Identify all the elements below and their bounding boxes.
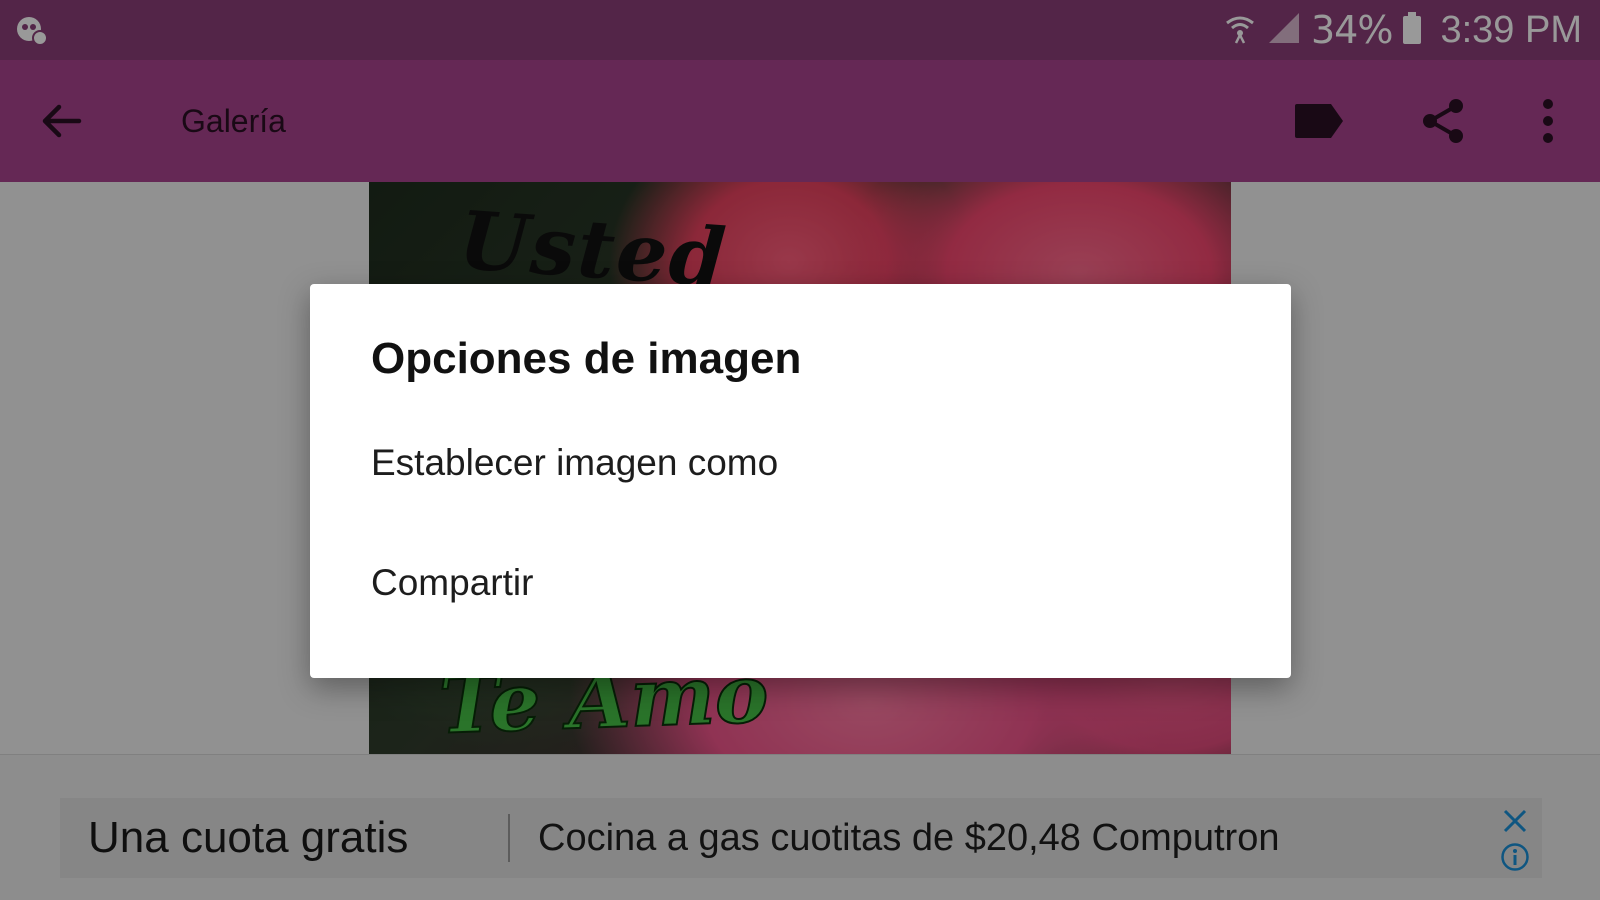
image-options-dialog: Opciones de imagen Establecer imagen com… xyxy=(310,284,1291,678)
dialog-title: Opciones de imagen xyxy=(371,334,802,383)
menu-item-label: Compartir xyxy=(371,562,534,603)
menu-item-label: Establecer imagen como xyxy=(371,442,779,483)
menu-item-set-image-as[interactable]: Establecer imagen como xyxy=(310,404,1291,522)
menu-item-share[interactable]: Compartir xyxy=(310,524,1291,642)
